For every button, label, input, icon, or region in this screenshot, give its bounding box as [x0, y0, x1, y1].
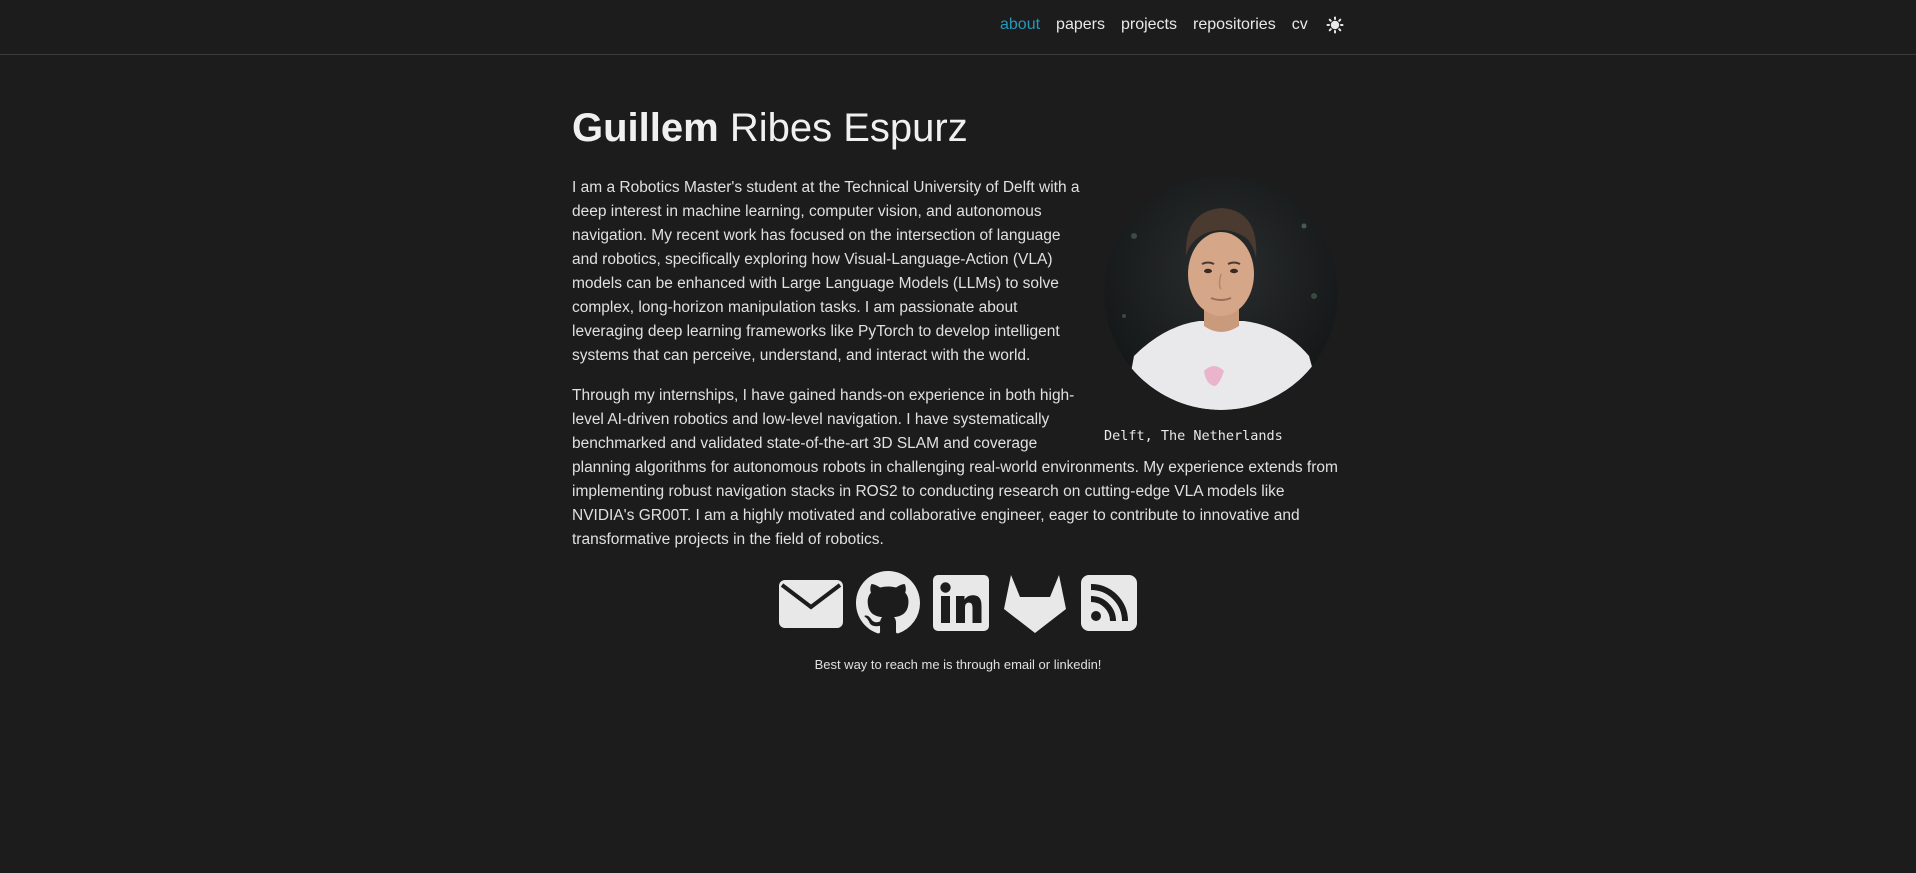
- nav-links: about papers projects repositories cv: [1000, 16, 1344, 34]
- navbar: about papers projects repositories cv: [0, 0, 1916, 55]
- avatar: [1104, 176, 1338, 410]
- nav-item-about[interactable]: about: [1000, 16, 1040, 34]
- nav-item-papers[interactable]: papers: [1056, 16, 1105, 34]
- first-name: Guillem: [572, 106, 719, 150]
- profile: Delft, The Netherlands: [1102, 176, 1342, 444]
- location: Delft, The Netherlands: [1104, 428, 1283, 444]
- email-icon[interactable]: [778, 577, 844, 634]
- linkedin-icon[interactable]: [932, 574, 990, 637]
- social-links: [0, 571, 1916, 640]
- nav-item-projects[interactable]: projects: [1121, 16, 1177, 34]
- contact-note: Best way to reach me is through email or…: [814, 657, 1102, 672]
- nav-item-cv[interactable]: cv: [1292, 16, 1308, 34]
- last-name: Ribes Espurz: [729, 106, 968, 150]
- main-content: Guillem Ribes Espurz Delft, The Netherla…: [572, 102, 1342, 568]
- nav-item-repositories[interactable]: repositories: [1193, 16, 1276, 34]
- gitlab-icon[interactable]: [1002, 571, 1068, 640]
- github-icon[interactable]: [856, 571, 920, 640]
- rss-icon[interactable]: [1080, 574, 1138, 637]
- sun-icon[interactable]: [1326, 16, 1344, 34]
- page-title: Guillem Ribes Espurz: [572, 102, 1342, 154]
